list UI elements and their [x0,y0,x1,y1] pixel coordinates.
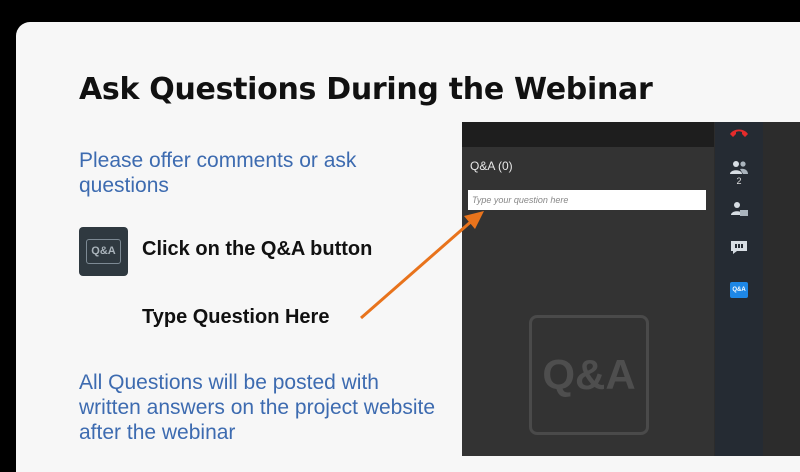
qa-watermark: Q&A [529,315,649,435]
attendee-count: 2 [736,176,742,186]
phone-hangup-icon [730,129,748,137]
qa-pane: Q&A (0) Q&A [462,147,714,456]
webinar-panel: Q&A (0) Q&A 2 [462,122,800,456]
qa-badge-label: Q&A [86,239,121,264]
panel-top-bar [462,122,714,147]
attendees-button[interactable]: 2 [715,156,763,190]
intro-text: Please offer comments or ask questions [79,149,357,197]
qa-button-label: Q&A [730,282,748,298]
click-instruction: Click on the Q&A button [142,238,373,260]
presenter-icon [731,202,748,216]
chat-icon [731,240,747,254]
slide-title: Ask Questions During the Webinar [79,72,653,107]
type-instruction: Type Question Here [142,306,330,328]
attendees-icon [730,161,748,174]
chat-button[interactable] [715,234,763,260]
presentation-slide: Ask Questions During the Webinar Please … [16,22,800,472]
presenter-button[interactable] [715,196,763,222]
outro-text: All Questions will be posted with writte… [79,371,436,444]
qa-button-illustration: Q&A [79,227,128,276]
qa-button[interactable]: Q&A [715,277,763,303]
hangup-button[interactable] [715,122,763,144]
qa-header: Q&A (0) [470,159,513,173]
panel-sidebar: 2 Q&A [715,122,763,456]
question-input[interactable] [468,190,706,210]
